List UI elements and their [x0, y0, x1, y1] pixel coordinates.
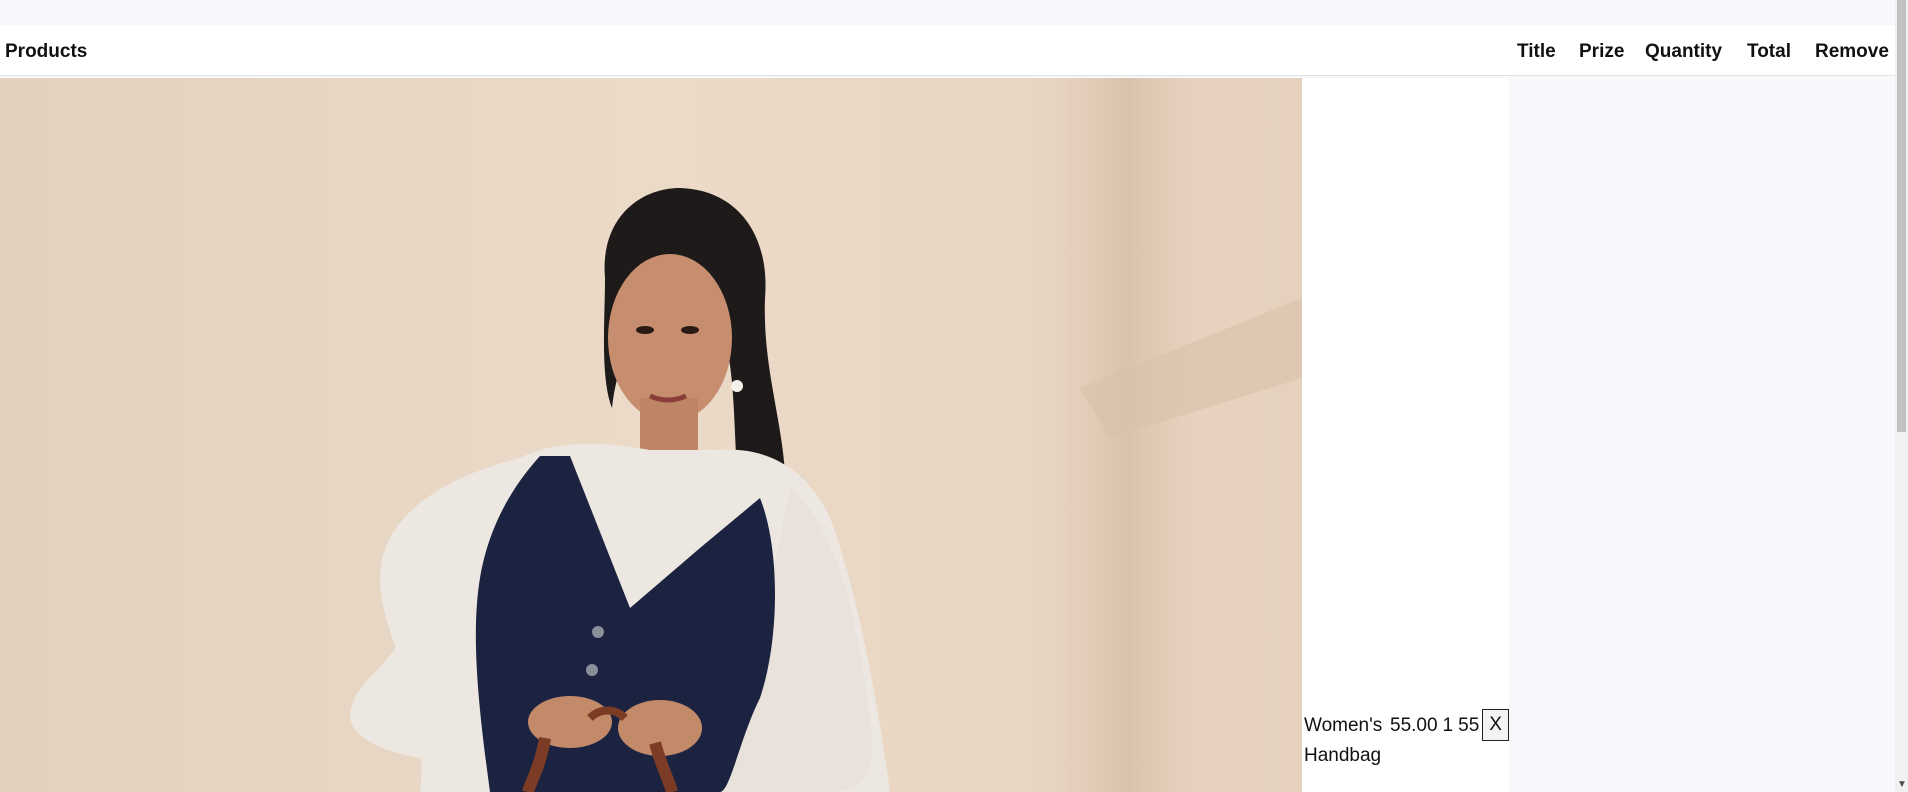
- chevron-down-icon[interactable]: ▼: [1897, 780, 1907, 790]
- column-header-title: Title: [1517, 41, 1556, 62]
- column-header-remove: Remove: [1815, 41, 1889, 62]
- page: Products Title Prize Quantity Total Remo…: [0, 0, 1908, 792]
- remove-item-button[interactable]: X: [1482, 709, 1509, 741]
- cart-item-title: Women's Handbag: [1304, 715, 1383, 766]
- cart-item-quantity: 1: [1442, 715, 1454, 736]
- cart-item-price: 55.00: [1390, 715, 1438, 736]
- top-strip: [0, 0, 1895, 25]
- cart-item-total: 55: [1458, 715, 1480, 736]
- table-header: Products Title Prize Quantity Total Remo…: [0, 25, 1895, 76]
- scrollbar-thumb[interactable]: [1897, 0, 1906, 432]
- table-row: Women's Handbag 55.00 1 55 X: [1304, 709, 1509, 771]
- column-header-total: Total: [1747, 41, 1791, 62]
- products-heading: Products: [5, 41, 88, 62]
- product-image: [0, 78, 1302, 792]
- cart-column: [1302, 78, 1509, 792]
- column-header-quantity: Quantity: [1645, 41, 1723, 62]
- column-header-prize: Prize: [1579, 41, 1625, 62]
- product-photo: [0, 78, 1302, 792]
